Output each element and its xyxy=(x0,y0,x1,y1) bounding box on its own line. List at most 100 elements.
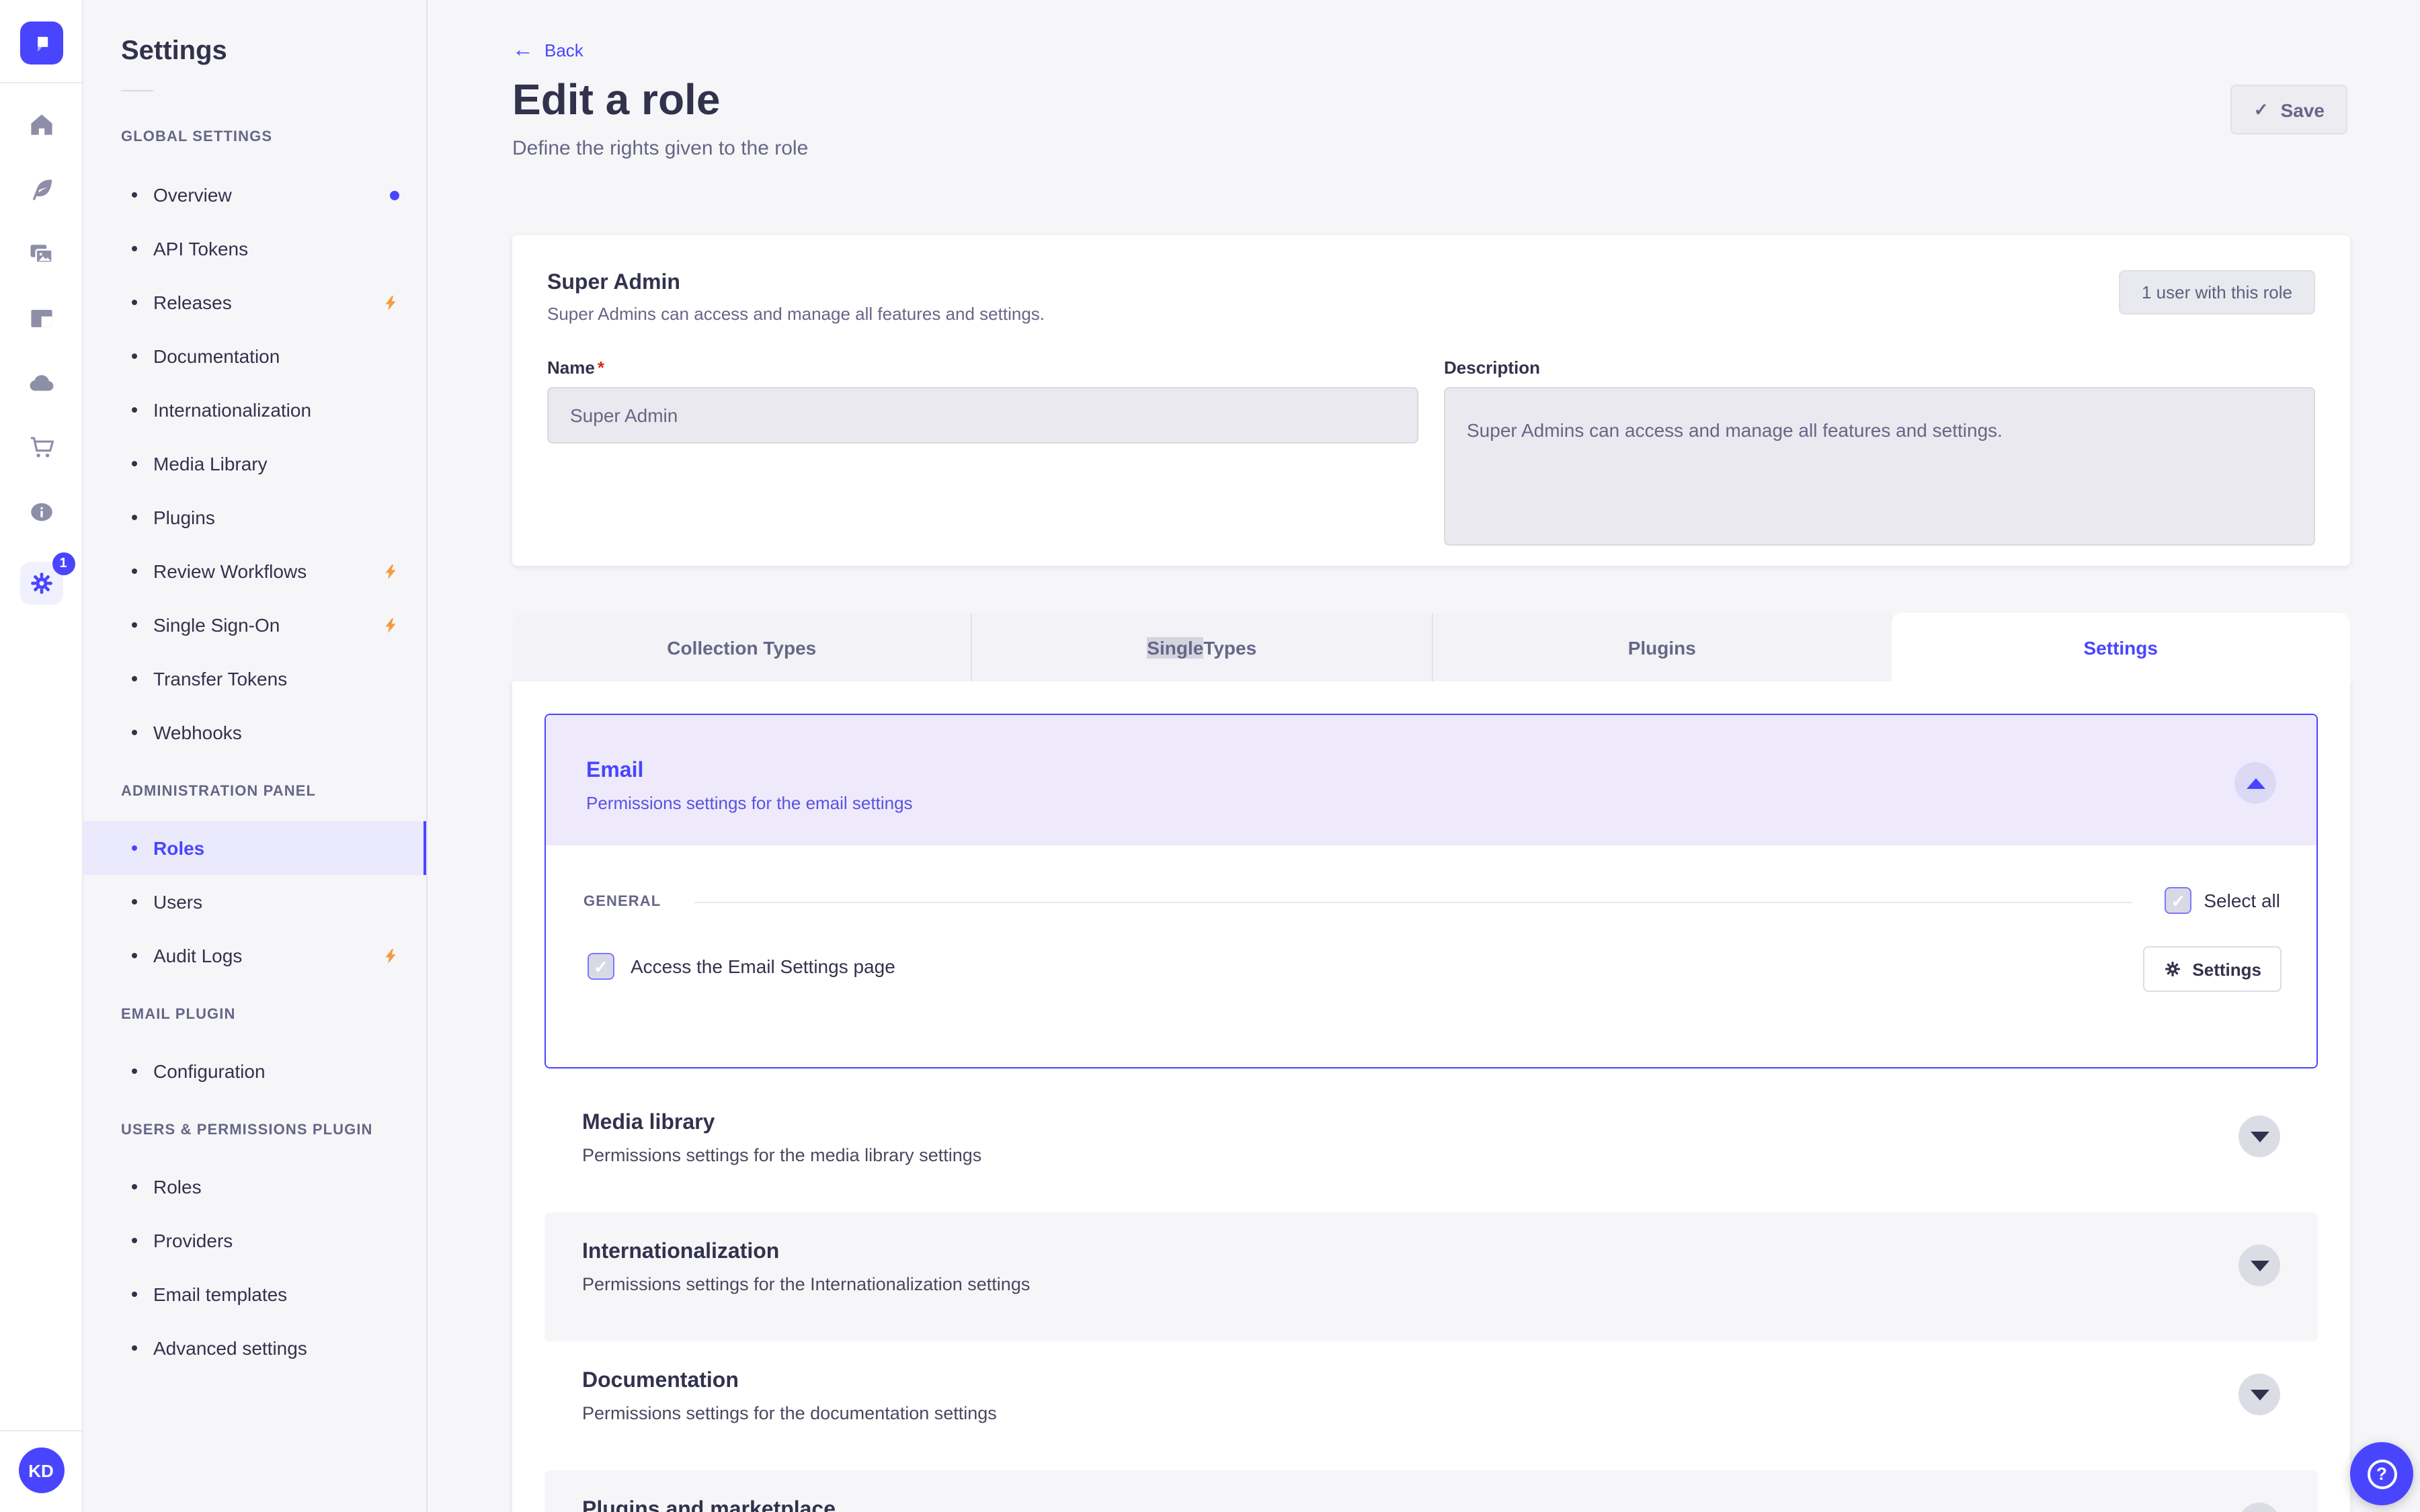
role-description-text: Super Admins can access and manage all f… xyxy=(547,304,1045,324)
main-content: ← Back Edit a role Define the rights giv… xyxy=(428,0,2420,1512)
accordion-subtitle: Permissions settings for the media libra… xyxy=(582,1145,982,1165)
sidebar-section-items: Roles Providers Email templates Advanced se… xyxy=(83,1160,426,1375)
accordion-internationalization[interactable]: Internationalization Permissions settings… xyxy=(544,1212,2318,1341)
sidebar-item-roles[interactable]: Roles xyxy=(83,821,426,875)
user-avatar[interactable]: KD xyxy=(18,1447,64,1493)
chevron-down-icon xyxy=(2250,1389,2269,1400)
sidebar-section-items: Overview API Tokens Releases Documentation I… xyxy=(83,168,426,759)
collapse-accordion-button[interactable] xyxy=(2234,762,2276,804)
tab-settings[interactable]: Settings xyxy=(1891,613,2350,681)
sidebar-section-label: USERS & PERMISSIONS PLUGIN xyxy=(121,1122,373,1138)
permissions-panel: Email Permissions settings for the email… xyxy=(512,681,2350,1512)
permission-checkbox[interactable]: ✓ xyxy=(588,953,614,980)
sidebar-item-email-templates[interactable]: Email templates xyxy=(83,1267,426,1321)
save-button[interactable]: ✓ Save xyxy=(2230,85,2347,134)
sidebar-item-label: Media Library xyxy=(153,452,268,474)
expand-accordion-button[interactable] xyxy=(2238,1374,2280,1415)
tab-plugins[interactable]: Plugins xyxy=(1433,613,1892,681)
content-writer-icon[interactable] xyxy=(25,175,57,204)
name-field-group: Name * xyxy=(547,359,1418,552)
expand-accordion-button[interactable] xyxy=(2238,1116,2280,1157)
sidebar-section-items: Roles Users Audit Logs xyxy=(83,821,426,982)
sidebar-section-label: GLOBAL SETTINGS xyxy=(121,129,273,145)
sidebar-item-label: Roles xyxy=(153,837,205,858)
home-icon[interactable] xyxy=(25,110,57,140)
sidebar-item-label: Single Sign-On xyxy=(153,614,280,635)
check-icon: ✓ xyxy=(2253,99,2269,119)
sidebar-item-label: Transfer Tokens xyxy=(153,667,288,689)
name-input[interactable] xyxy=(547,387,1418,444)
description-textarea[interactable]: Super Admins can access and manage all f… xyxy=(1444,387,2315,546)
bullet-icon xyxy=(132,515,137,520)
tab-collection-types[interactable]: Collection Types xyxy=(512,613,973,681)
bullet-icon xyxy=(132,622,137,628)
general-section-label: GENERAL xyxy=(583,894,661,910)
sidebar-item-label: Documentation xyxy=(153,345,280,366)
sidebar-item-label: Roles xyxy=(153,1175,202,1197)
sidebar-item-documentation[interactable]: Documentation xyxy=(83,329,426,383)
marketplace-cart-icon[interactable] xyxy=(25,433,57,462)
email-accordion-header[interactable]: Email Permissions settings for the email… xyxy=(546,715,2316,845)
section-divider xyxy=(694,902,2132,903)
select-all-checkbox[interactable]: ✓ xyxy=(2165,887,2192,914)
sidebar-item-media-library[interactable]: Media Library xyxy=(83,437,426,491)
sidebar-item-providers[interactable]: Providers xyxy=(83,1214,426,1267)
accordion-documentation[interactable]: Documentation Permissions settings for th… xyxy=(544,1341,2318,1470)
required-asterisk: * xyxy=(597,358,604,378)
description-label: Description xyxy=(1444,358,1541,378)
sidebar-item-internationalization[interactable]: Internationalization xyxy=(83,383,426,437)
sidebar-item-overview[interactable]: Overview xyxy=(83,168,426,222)
text-selection-highlight: Single xyxy=(1147,636,1204,658)
sidebar-item-api-tokens[interactable]: API Tokens xyxy=(83,222,426,276)
expand-accordion-button[interactable] xyxy=(2238,1245,2280,1286)
sidebar-item-roles[interactable]: Roles xyxy=(83,1160,426,1214)
notification-dot xyxy=(390,190,399,200)
notification-badge: 1 xyxy=(52,552,75,575)
permission-settings-button[interactable]: Settings xyxy=(2142,946,2282,992)
media-library-icon[interactable] xyxy=(25,239,57,269)
email-accordion-title: Email xyxy=(586,759,644,782)
sidebar-divider xyxy=(121,90,153,91)
sidebar-item-plugins[interactable]: Plugins xyxy=(83,491,426,544)
bolt-icon xyxy=(385,564,396,579)
sidebar-item-releases[interactable]: Releases xyxy=(83,276,426,329)
name-label: Name * xyxy=(547,359,1418,376)
sidebar-item-review-workflows[interactable]: Review Workflows xyxy=(83,544,426,598)
strapi-logo[interactable] xyxy=(20,22,63,65)
bullet-icon xyxy=(132,461,137,466)
sidebar-item-single-sign-on[interactable]: Single Sign-On xyxy=(83,598,426,652)
save-label: Save xyxy=(2280,99,2325,120)
email-accordion-body: GENERAL ✓ Select all ✓ Access the Email … xyxy=(546,845,2316,1067)
sidebar-item-configuration[interactable]: Configuration xyxy=(83,1044,426,1098)
sidebar-item-label: Email templates xyxy=(153,1283,288,1304)
bullet-icon xyxy=(132,1345,137,1351)
description-field-group: Description Super Admins can access and … xyxy=(1444,359,2315,552)
sidebar-item-label: Webhooks xyxy=(153,721,242,743)
sidebar-item-transfer-tokens[interactable]: Transfer Tokens xyxy=(83,652,426,706)
bullet-icon xyxy=(132,845,137,851)
permission-row: ✓ Access the Email Settings page xyxy=(588,953,895,980)
back-link[interactable]: ← Back xyxy=(512,40,583,61)
sidebar-item-audit-logs[interactable]: Audit Logs xyxy=(83,929,426,982)
users-with-role-button[interactable]: 1 user with this role xyxy=(2119,270,2315,314)
help-button[interactable]: ? xyxy=(2350,1442,2413,1505)
sidebar-item-advanced-settings[interactable]: Advanced settings xyxy=(83,1321,426,1375)
accordion-title: Internationalization xyxy=(582,1241,780,1263)
sidebar-item-users[interactable]: Users xyxy=(83,875,426,929)
back-label: Back xyxy=(544,40,583,60)
sidebar-sections: GLOBAL SETTINGS Overview API Tokens Release… xyxy=(83,129,426,1375)
sidebar-item-webhooks[interactable]: Webhooks xyxy=(83,706,426,759)
settings-gear-icon[interactable]: 1 xyxy=(19,552,75,605)
accordion-plugins-and-marketplace[interactable]: Plugins and marketplace xyxy=(544,1470,2318,1512)
accordion-media-library[interactable]: Media library Permissions settings for th… xyxy=(544,1083,2318,1212)
info-icon[interactable] xyxy=(25,497,57,527)
question-mark-icon: ? xyxy=(2367,1459,2396,1488)
content-manager-icon[interactable] xyxy=(25,304,57,333)
sidebar-item-label: Releases xyxy=(153,291,232,312)
bullet-icon xyxy=(132,569,137,574)
sidebar-item-label: Internationalization xyxy=(153,398,312,420)
accordion-title: Media library xyxy=(582,1111,715,1134)
deploy-cloud-icon[interactable] xyxy=(25,368,57,398)
tab-single-types[interactable]: Single Types xyxy=(972,613,1433,681)
rail-divider xyxy=(0,82,82,83)
